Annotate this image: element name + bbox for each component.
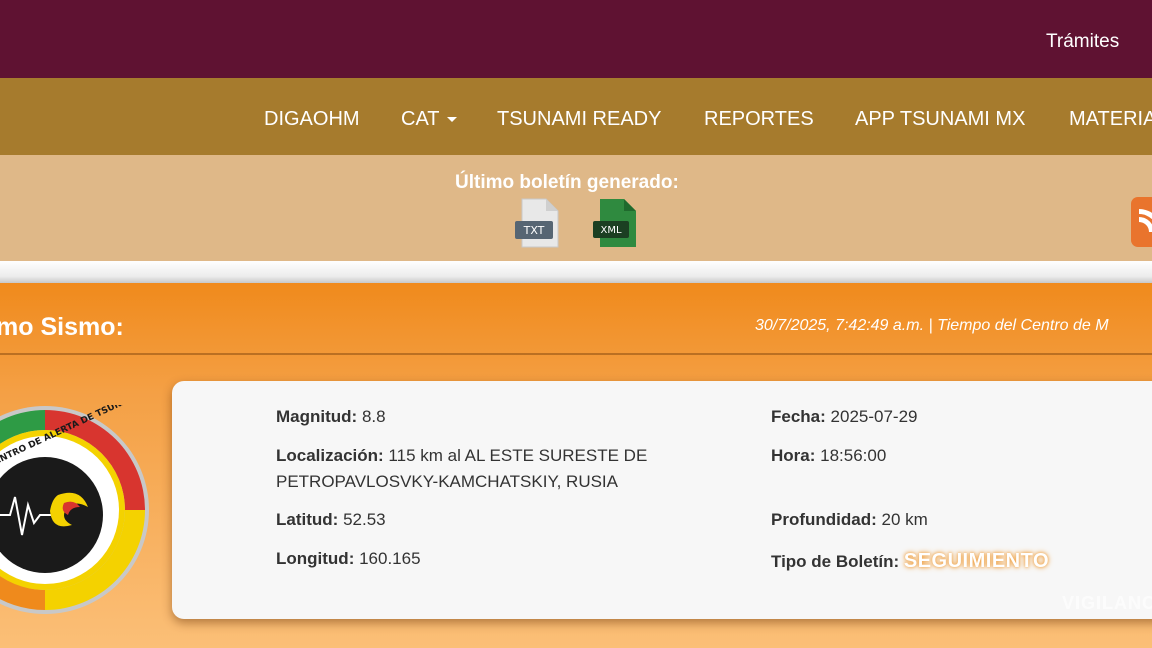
faded-status-text: VIGILANCIA <box>1062 593 1152 613</box>
latest-quake-panel: mo Sismo: 30/7/2025, 7:42:49 a.m. | Tiem… <box>0 283 1152 648</box>
rss-icon[interactable] <box>1131 197 1152 247</box>
field-magnitud: Magnitud: 8.8 <box>276 404 386 430</box>
magnitud-label: Magnitud: <box>276 407 358 426</box>
tramites-link[interactable]: Trámites <box>1046 31 1119 53</box>
txt-file-label: TXT <box>523 224 545 237</box>
profundidad-label: Profundidad: <box>771 510 877 529</box>
header-divider <box>0 353 1152 355</box>
quake-heading: mo Sismo: <box>0 313 124 341</box>
caret-down-icon <box>446 117 457 123</box>
xml-file-icon[interactable]: XML <box>592 197 640 249</box>
localizacion-label: Localización: <box>276 446 384 465</box>
txt-file-icon[interactable]: TXT <box>514 197 562 249</box>
field-fecha: Fecha: 2025-07-29 <box>771 404 918 430</box>
latitud-label: Latitud: <box>276 510 339 529</box>
longitud-value: 160.165 <box>359 549 421 568</box>
longitud-label: Longitud: <box>276 549 355 568</box>
hora-value: 18:56:00 <box>820 446 887 465</box>
section-separator <box>0 261 1152 283</box>
latest-bulletin-bar: Último boletín generado: TXT XML <box>0 155 1152 261</box>
tsunami-alert-center-logo: CENTRO DE ALERTA DE TSUNAMIS <box>0 405 149 614</box>
localizacion-value: 115 km al AL ESTE SURESTE DE <box>388 446 648 465</box>
quake-details-card: Magnitud: 8.8 Localización: 115 km al AL… <box>172 381 1152 619</box>
fecha-label: Fecha: <box>771 407 826 426</box>
localizacion-value-cont: PETROPAVLOSVKY-KAMCHATSKIY, RUSIA <box>276 472 618 491</box>
nav-item-tsunami-ready[interactable]: TSUNAMI READY <box>497 108 661 131</box>
bulletin-title: Último boletín generado: <box>455 172 679 193</box>
main-nav: DIGAOHM CAT TSUNAMI READY REPORTES APP T… <box>0 78 1152 155</box>
fecha-value: 2025-07-29 <box>830 407 918 426</box>
field-profundidad: Profundidad: 20 km <box>771 507 928 533</box>
tipo-label: Tipo de Boletín: <box>771 552 900 571</box>
nav-item-app-tsunami-mx[interactable]: APP TSUNAMI MX <box>855 108 1025 131</box>
nav-item-digaohm[interactable]: DIGAOHM <box>264 108 360 131</box>
field-tipo-boletin: Tipo de Boletín: SEGUIMIENTO <box>771 548 1049 575</box>
field-longitud: Longitud: 160.165 <box>276 546 421 572</box>
field-latitud: Latitud: 52.53 <box>276 507 386 533</box>
nav-item-cat-label: CAT <box>401 108 440 130</box>
tipo-value: SEGUIMIENTO <box>903 550 1050 572</box>
quake-timestamp: 30/7/2025, 7:42:49 a.m. | Tiempo del Cen… <box>755 317 1109 334</box>
latitud-value: 52.53 <box>343 510 386 529</box>
nav-item-reportes[interactable]: REPORTES <box>704 108 814 131</box>
field-localizacion: Localización: 115 km al AL ESTE SURESTE … <box>276 443 706 495</box>
nav-item-materiales[interactable]: MATERIA <box>1069 108 1152 131</box>
field-hora: Hora: 18:56:00 <box>771 443 886 469</box>
profundidad-value: 20 km <box>881 510 928 529</box>
top-bar: Trámites <box>0 0 1152 78</box>
xml-file-label: XML <box>600 225 621 236</box>
magnitud-value: 8.8 <box>361 407 386 426</box>
nav-item-cat[interactable]: CAT <box>401 108 457 131</box>
hora-label: Hora: <box>771 446 816 465</box>
